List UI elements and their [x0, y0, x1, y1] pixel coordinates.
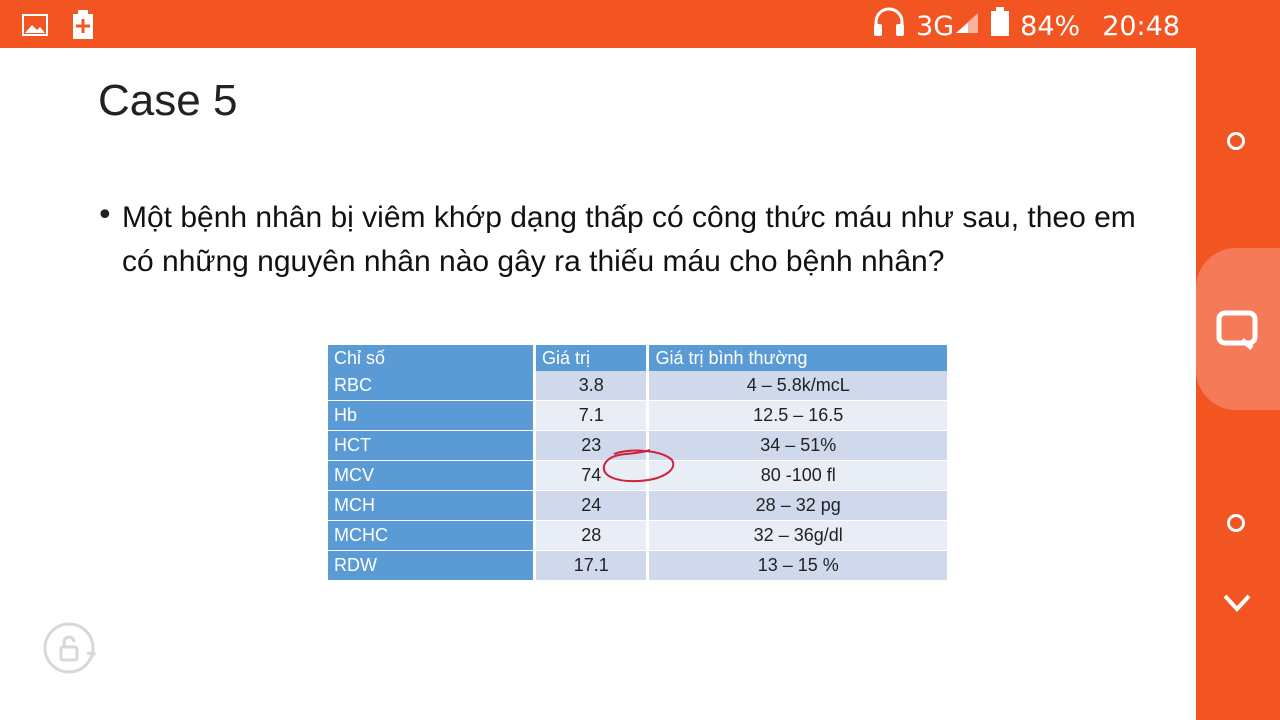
- battery-percent: 84%: [1020, 11, 1081, 42]
- row-normal: 4 – 5.8k/mcL: [647, 371, 950, 401]
- table-header-row: Chỉ số Giá trị Giá trị bình thường: [328, 345, 950, 371]
- table-row: MCH 24 28 – 32 pg: [328, 490, 950, 521]
- bullet-text: Một bệnh nhân bị viêm khớp dạng thấp có …: [122, 201, 1136, 278]
- signal-icon: [954, 9, 980, 45]
- row-value: 7.1: [534, 400, 650, 431]
- rotation-lock-icon[interactable]: [42, 620, 98, 680]
- row-normal: 34 – 51%: [647, 430, 950, 461]
- battery-icon: [990, 7, 1010, 47]
- chevron-down-icon[interactable]: [1222, 593, 1252, 617]
- battery-plus-icon: [72, 10, 94, 44]
- row-name: Hb: [328, 400, 536, 431]
- row-name: MCV: [328, 460, 536, 491]
- row-value: 17.1: [534, 550, 650, 581]
- row-name: MCH: [328, 490, 536, 521]
- row-value: 3.8: [534, 371, 650, 401]
- row-normal: 12.5 – 16.5: [647, 400, 950, 431]
- table-row: MCHC 28 32 – 36g/dl: [328, 520, 950, 551]
- slide-title: Case 5: [98, 76, 238, 125]
- row-normal: 80 -100 fl: [647, 460, 950, 491]
- row-value: 24: [534, 490, 650, 521]
- row-name: RBC: [328, 371, 536, 401]
- image-icon: [22, 13, 48, 41]
- circle-icon[interactable]: [1227, 132, 1245, 150]
- table-row: Hb 7.1 12.5 – 16.5: [328, 400, 950, 431]
- header-index: Chỉ số: [328, 345, 536, 371]
- table-row: RDW 17.1 13 – 15 %: [328, 550, 950, 581]
- network-type: 3G: [916, 11, 955, 42]
- status-bar: 3G 84% 20:48: [0, 0, 1280, 48]
- header-normal: Giá trị bình thường: [647, 345, 950, 371]
- row-normal: 32 – 36g/dl: [647, 520, 950, 551]
- annotation-circle: [600, 446, 680, 490]
- row-name: HCT: [328, 430, 536, 461]
- row-normal: 13 – 15 %: [647, 550, 950, 581]
- clock: 20:48: [1102, 11, 1180, 42]
- edit-note-button[interactable]: [1196, 248, 1280, 410]
- header-value: Giá trị: [534, 345, 650, 371]
- row-value: 28: [534, 520, 650, 551]
- row-normal: 28 – 32 pg: [647, 490, 950, 521]
- bullet-icon: •: [96, 198, 114, 233]
- row-name: RDW: [328, 550, 536, 581]
- circle-icon[interactable]: [1227, 514, 1245, 532]
- table-row: RBC 3.8 4 – 5.8k/mcL: [328, 371, 950, 401]
- side-panel: [1196, 48, 1280, 720]
- edit-note-icon: [1216, 310, 1260, 354]
- row-name: MCHC: [328, 520, 536, 551]
- headphones-icon: [872, 6, 906, 48]
